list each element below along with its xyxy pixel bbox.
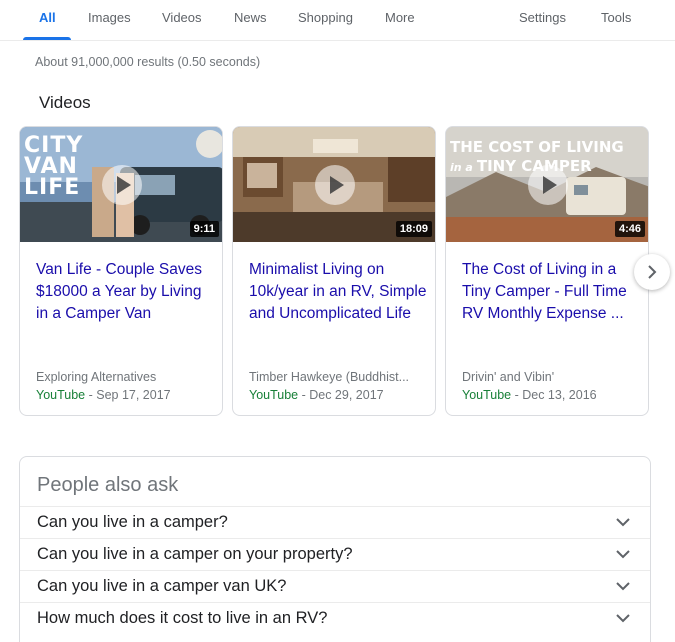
- search-nav-bar: All Images Videos News Shopping More Set…: [0, 0, 675, 41]
- video-meta: YouTube - Dec 29, 2017: [249, 388, 384, 402]
- video-title-link[interactable]: The Cost of Living in a Tiny Camper - Fu…: [462, 259, 640, 325]
- video-title-link[interactable]: Minimalist Living on 10k/year in an RV, …: [249, 259, 427, 325]
- video-thumbnail[interactable]: 18:09: [233, 127, 435, 242]
- paa-question[interactable]: Can you live in a camper on your propert…: [20, 538, 650, 570]
- video-title-link[interactable]: Van Life - Couple Saves $18000 a Year by…: [36, 259, 214, 325]
- chevron-down-icon: [616, 518, 630, 527]
- video-source: YouTube: [36, 388, 86, 402]
- video-date: - Sep 17, 2017: [85, 388, 171, 402]
- settings-link[interactable]: Settings: [519, 10, 566, 25]
- people-also-ask-box: People also ask Can you live in a camper…: [19, 456, 651, 642]
- tab-news[interactable]: News: [234, 10, 267, 25]
- video-source: YouTube: [249, 388, 299, 402]
- tools-link[interactable]: Tools: [601, 10, 631, 25]
- video-duration: 18:09: [395, 221, 432, 237]
- video-card[interactable]: CITY VAN LIFE 9:11 Van Life - Couple Sav…: [19, 126, 223, 416]
- videos-section-title: Videos: [39, 93, 91, 112]
- chevron-down-icon: [616, 614, 630, 623]
- video-channel: Timber Hawkeye (Buddhist...: [249, 370, 410, 384]
- chevron-down-icon: [616, 582, 630, 591]
- tab-more[interactable]: More: [385, 10, 415, 25]
- video-date: - Dec 29, 2017: [298, 388, 384, 402]
- active-tab-indicator: [23, 37, 71, 40]
- result-stats: About 91,000,000 results (0.50 seconds): [35, 55, 261, 69]
- video-meta: YouTube - Dec 13, 2016: [462, 388, 597, 402]
- video-card[interactable]: 18:09 Minimalist Living on 10k/year in a…: [232, 126, 436, 416]
- paa-question-text: Can you live in a camper?: [37, 513, 228, 531]
- video-date: - Dec 13, 2016: [511, 388, 597, 402]
- video-channel: Drivin' and Vibin': [462, 370, 555, 384]
- tab-images[interactable]: Images: [88, 10, 131, 25]
- play-icon[interactable]: [315, 165, 355, 205]
- paa-question[interactable]: How much does it cost to live in an RV?: [20, 602, 650, 634]
- video-duration: 4:46: [614, 221, 645, 237]
- play-icon[interactable]: [102, 165, 142, 205]
- video-card[interactable]: THE COST OF LIVING in a TINY CAMPER 4:46 …: [445, 126, 649, 416]
- thumbnail-overlay-text: CITY VAN LIFE: [24, 133, 84, 200]
- tab-videos[interactable]: Videos: [162, 10, 202, 25]
- people-also-ask-title: People also ask: [37, 474, 179, 496]
- paa-question[interactable]: Can you live in a camper?: [20, 506, 650, 538]
- carousel-next-button[interactable]: [634, 254, 670, 290]
- chevron-right-icon: [648, 265, 657, 279]
- tab-shopping[interactable]: Shopping: [298, 10, 353, 25]
- video-duration: 9:11: [189, 221, 219, 237]
- video-thumbnail[interactable]: CITY VAN LIFE 9:11: [20, 127, 222, 242]
- video-source: YouTube: [462, 388, 512, 402]
- tab-all[interactable]: All: [39, 10, 56, 25]
- video-meta: YouTube - Sep 17, 2017: [36, 388, 171, 402]
- paa-question[interactable]: Can you live in a camper van UK?: [20, 570, 650, 602]
- paa-question-text: How much does it cost to live in an RV?: [37, 609, 328, 627]
- video-thumbnail[interactable]: THE COST OF LIVING in a TINY CAMPER 4:46: [446, 127, 648, 242]
- chevron-down-icon: [616, 550, 630, 559]
- paa-question-text: Can you live in a camper van UK?: [37, 577, 287, 595]
- video-channel: Exploring Alternatives: [36, 370, 157, 384]
- play-icon[interactable]: [528, 165, 568, 205]
- paa-question-text: Can you live in a camper on your propert…: [37, 545, 353, 563]
